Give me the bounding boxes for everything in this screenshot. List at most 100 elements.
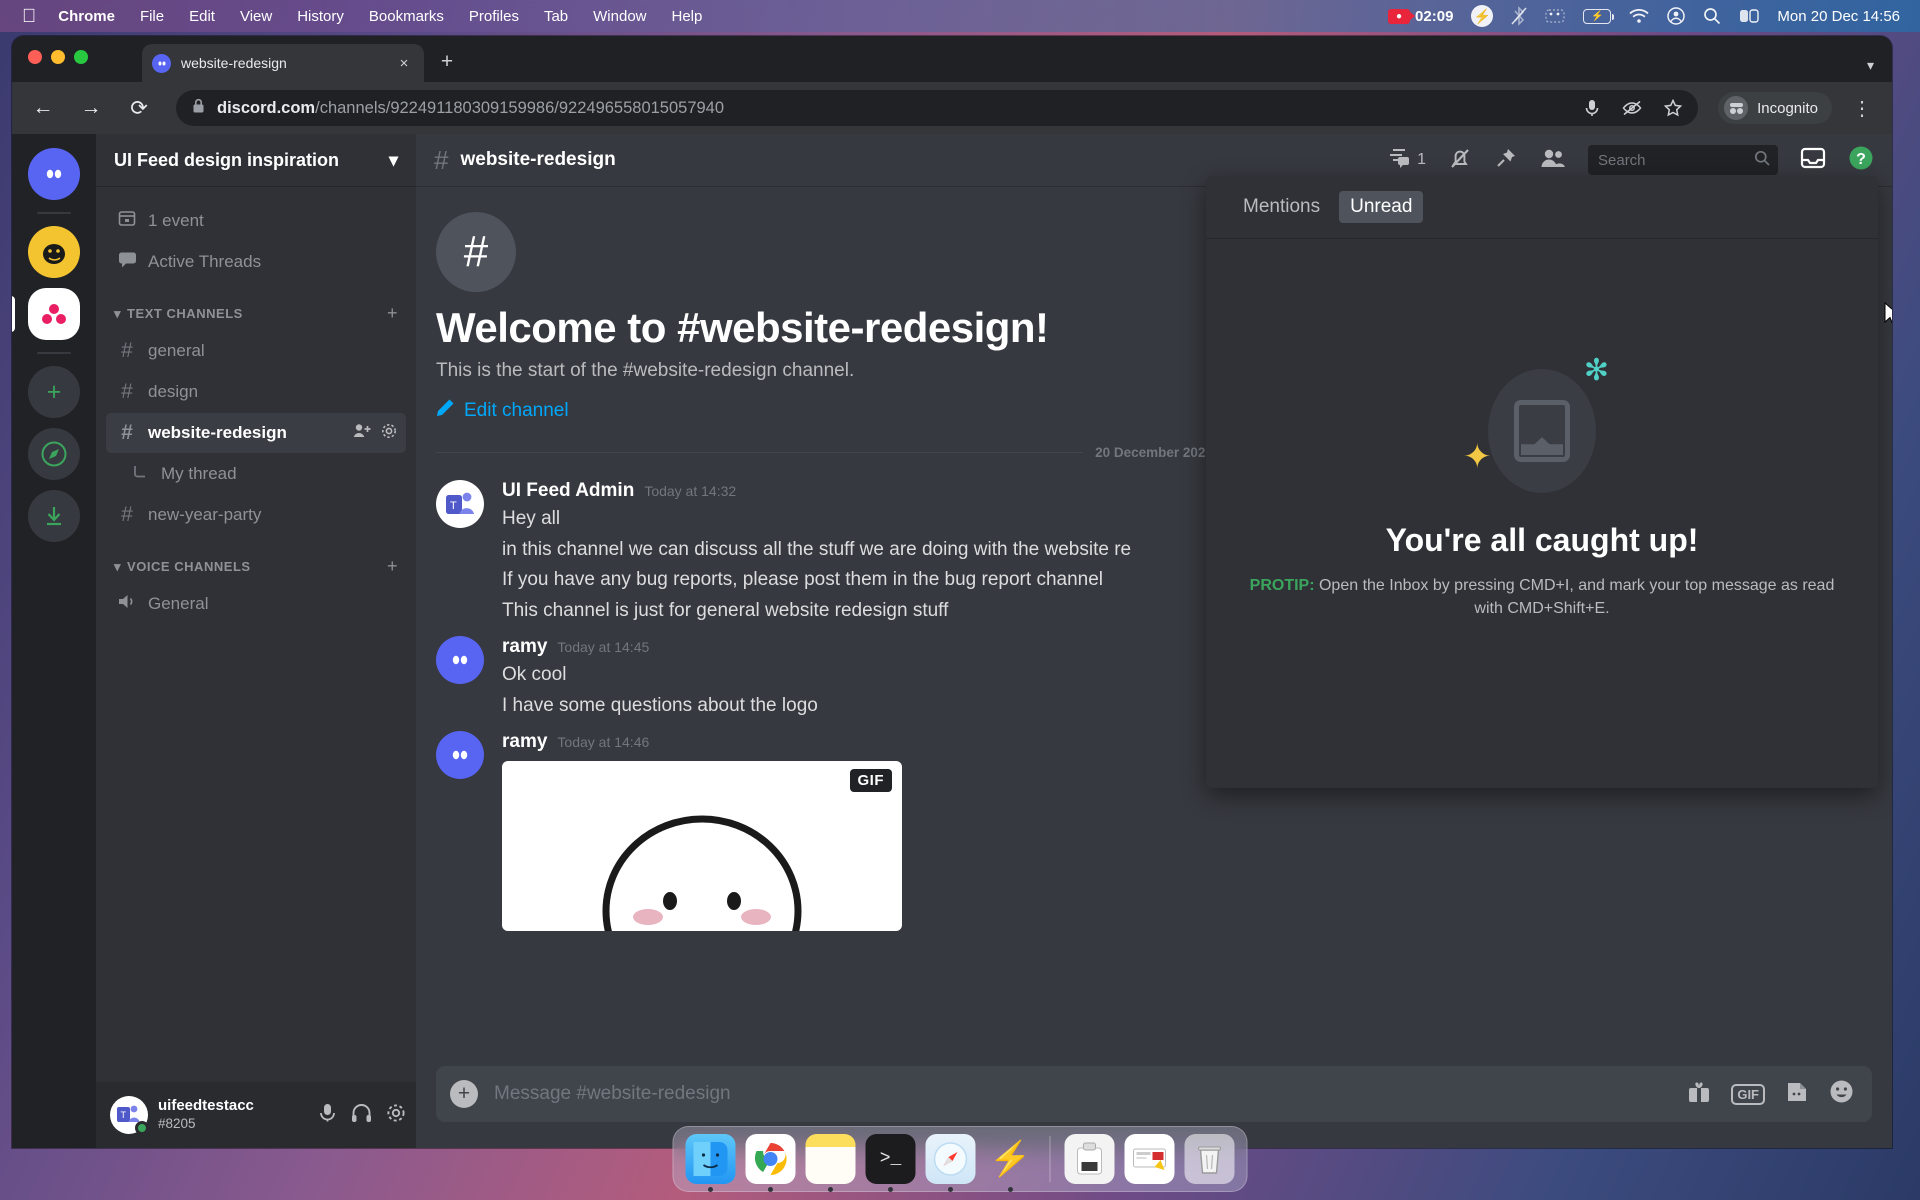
help-icon[interactable]: ? — [1848, 145, 1874, 176]
avatar[interactable]: T — [110, 1096, 149, 1135]
sidebar-item-general-voice[interactable]: General — [106, 584, 406, 624]
screen-recording-indicator[interactable]: ● 02:09 — [1388, 8, 1453, 25]
reload-icon[interactable]: ⟳ — [122, 91, 156, 125]
sidebar-item-new-year-party[interactable]: # new-year-party — [106, 495, 406, 535]
category-voice-channels[interactable]: ▾ VOICE CHANNELS + — [96, 536, 416, 583]
control-center-icon[interactable] — [1545, 8, 1566, 24]
guild-home-button[interactable] — [28, 148, 80, 200]
sidebar-item-general[interactable]: # general — [106, 331, 406, 371]
menu-item-help[interactable]: Help — [672, 8, 703, 25]
sidebar-item-active-threads[interactable]: Active Threads — [106, 242, 406, 282]
create-voice-channel-button[interactable]: + — [387, 556, 406, 577]
add-server-button[interactable]: + — [28, 366, 80, 418]
dock-file-jar[interactable] — [1064, 1134, 1115, 1184]
message-input[interactable]: Message #website-redesign — [494, 1083, 1671, 1105]
menu-item-profiles[interactable]: Profiles — [469, 8, 519, 25]
back-arrow-icon[interactable]: ← — [26, 91, 60, 125]
search-input[interactable]: Search — [1588, 145, 1778, 175]
dock-app-chrome[interactable] — [745, 1134, 796, 1192]
control-center-toggle-icon[interactable] — [1739, 8, 1760, 24]
avatar[interactable] — [436, 636, 484, 685]
dock-app-safari[interactable] — [925, 1134, 976, 1192]
message-author[interactable]: UI Feed Admin — [502, 480, 634, 502]
menu-item-bookmarks[interactable]: Bookmarks — [369, 8, 444, 25]
sidebar-item-events[interactable]: 1 event — [106, 201, 406, 241]
browser-tab[interactable]: website-redesign × — [142, 44, 424, 82]
guild-mailchimp[interactable] — [28, 226, 80, 278]
bell-muted-icon[interactable] — [1448, 146, 1472, 175]
bolt-status-icon[interactable]: ⚡ — [1471, 5, 1494, 27]
dock-trash[interactable] — [1184, 1134, 1235, 1184]
gift-icon[interactable] — [1687, 1080, 1711, 1109]
new-tab-button[interactable]: + — [430, 45, 464, 79]
menu-item-view[interactable]: View — [240, 8, 272, 25]
invite-icon[interactable] — [353, 423, 371, 443]
gif-attachment[interactable]: GIF — [502, 761, 902, 932]
wifi-icon[interactable] — [1629, 8, 1650, 24]
menu-item-chrome[interactable]: Chrome — [58, 8, 115, 25]
chevron-down-icon[interactable]: ▾ — [389, 150, 398, 171]
dock-app-terminal[interactable]: >_ — [865, 1134, 916, 1192]
dock-app-finder[interactable] — [685, 1134, 736, 1192]
sticker-icon[interactable] — [1785, 1080, 1809, 1109]
members-icon[interactable] — [1540, 148, 1566, 173]
tab-mentions[interactable]: Mentions — [1232, 191, 1331, 223]
address-bar[interactable]: discord.com/channels/922491180309159986/… — [176, 90, 1699, 126]
apple-icon[interactable]:  — [22, 7, 36, 26]
bluetooth-off-icon[interactable] — [1511, 6, 1528, 26]
sidebar-item-my-thread[interactable]: My thread — [106, 454, 406, 494]
battery-charging-icon[interactable]: ⚡ — [1583, 8, 1615, 24]
pin-icon[interactable] — [1494, 146, 1518, 175]
minimize-window-button[interactable] — [51, 50, 65, 64]
tab-unread[interactable]: Unread — [1339, 191, 1424, 223]
guild-ui-feed[interactable] — [12, 288, 80, 340]
inbox-popout[interactable]: Mentions Unread ✻ ✦ You're all caught up… — [1206, 176, 1878, 788]
incognito-profile-button[interactable]: Incognito — [1718, 92, 1832, 124]
category-text-channels[interactable]: ▾ TEXT CHANNELS + — [96, 283, 416, 330]
dock-app-notes[interactable] — [805, 1134, 856, 1192]
avatar[interactable] — [436, 731, 484, 780]
sidebar-item-website-redesign[interactable]: # website-redesign — [106, 413, 406, 453]
close-window-button[interactable] — [28, 50, 42, 64]
hash-icon: # — [434, 144, 449, 175]
server-header[interactable]: UI Feed design inspiration ▾ — [96, 134, 416, 186]
maximize-window-button[interactable] — [74, 50, 88, 64]
dock-file-news[interactable] — [1124, 1134, 1175, 1184]
menu-item-file[interactable]: File — [140, 8, 164, 25]
channel-list[interactable]: 1 event Active Threads ▾ TEXT CHANNELS +… — [96, 186, 416, 1082]
menubar-clock[interactable]: Mon 20 Dec 14:56 — [1777, 8, 1900, 25]
tab-list-chevron-icon[interactable]: ▾ — [1867, 57, 1874, 74]
menu-item-edit[interactable]: Edit — [189, 8, 215, 25]
eye-off-icon[interactable] — [1622, 100, 1642, 116]
sidebar-item-design[interactable]: # design — [106, 372, 406, 412]
hash-thread-icon: # — [121, 421, 133, 444]
headphones-icon[interactable] — [351, 1103, 372, 1128]
dock-app-bolt[interactable]: ⚡ — [986, 1134, 1036, 1192]
inbox-icon[interactable] — [1800, 147, 1826, 174]
microphone-icon[interactable] — [318, 1102, 337, 1128]
create-text-channel-button[interactable]: + — [387, 303, 406, 324]
menu-item-tab[interactable]: Tab — [544, 8, 568, 25]
incognito-avatar-icon — [1724, 96, 1749, 120]
add-attachment-button[interactable]: + — [450, 1080, 478, 1108]
emoji-icon[interactable] — [1829, 1079, 1854, 1109]
menu-item-history[interactable]: History — [297, 8, 344, 25]
menu-item-window[interactable]: Window — [593, 8, 646, 25]
close-tab-button[interactable]: × — [394, 53, 414, 73]
message-author[interactable]: ramy — [502, 731, 547, 753]
settings-icon[interactable] — [381, 423, 397, 443]
kebab-menu-icon[interactable]: ⋮ — [1846, 96, 1878, 121]
message-author[interactable]: ramy — [502, 636, 547, 658]
gear-icon[interactable] — [386, 1103, 406, 1128]
download-apps-button[interactable] — [28, 490, 80, 542]
avatar[interactable]: T — [436, 480, 484, 528]
star-icon[interactable] — [1664, 99, 1683, 117]
threads-button[interactable]: 1 — [1387, 148, 1426, 173]
explore-servers-button[interactable] — [28, 428, 80, 480]
spotlight-search-icon[interactable] — [1703, 7, 1721, 25]
forward-arrow-icon[interactable]: → — [74, 91, 108, 125]
microphone-icon[interactable] — [1584, 98, 1600, 118]
user-account-icon[interactable] — [1667, 7, 1686, 25]
window-traffic-lights[interactable] — [28, 50, 88, 64]
gif-picker-button[interactable]: GIF — [1731, 1083, 1765, 1105]
